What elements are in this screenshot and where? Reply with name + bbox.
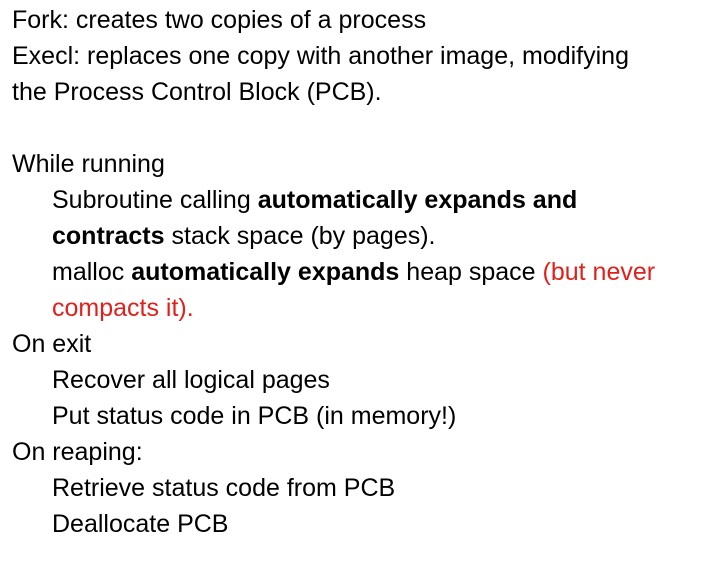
fork-line: Fork: creates two copies of a process (12, 6, 427, 34)
subroutine-bold-1: automatically expands and (257, 186, 578, 214)
malloc-red-note-2: compacts it). (52, 294, 194, 322)
malloc-line-1: malloc automatically expands heap space … (12, 254, 700, 290)
while-running-heading: While running (12, 150, 165, 178)
malloc-heap-text: heap space (399, 258, 543, 286)
malloc-text: malloc (52, 258, 132, 286)
subroutine-text: Subroutine calling (52, 186, 258, 214)
subroutine-tail: stack space (by pages). (164, 222, 436, 250)
malloc-red-note-1: (but never (542, 258, 656, 286)
on-reaping-item: Retrieve status code from PCB (52, 474, 396, 502)
on-exit-item: Recover all logical pages (52, 366, 330, 394)
subroutine-bold-2: contracts (52, 222, 165, 250)
slide-text: Fork: creates two copies of a process Ex… (12, 2, 700, 542)
malloc-bold: automatically expands (131, 258, 400, 286)
on-reaping-item: Deallocate PCB (52, 510, 229, 538)
subroutine-line-2: contracts stack space (by pages). (12, 218, 700, 254)
execl-line-2: the Process Control Block (PCB). (12, 78, 382, 106)
on-exit-heading: On exit (12, 330, 92, 358)
execl-line-1: Execl: replaces one copy with another im… (12, 42, 629, 70)
on-reaping-heading: On reaping: (12, 438, 143, 466)
on-exit-item: Put status code in PCB (in memory!) (52, 402, 457, 430)
subroutine-line-1: Subroutine calling automatically expands… (12, 182, 700, 218)
